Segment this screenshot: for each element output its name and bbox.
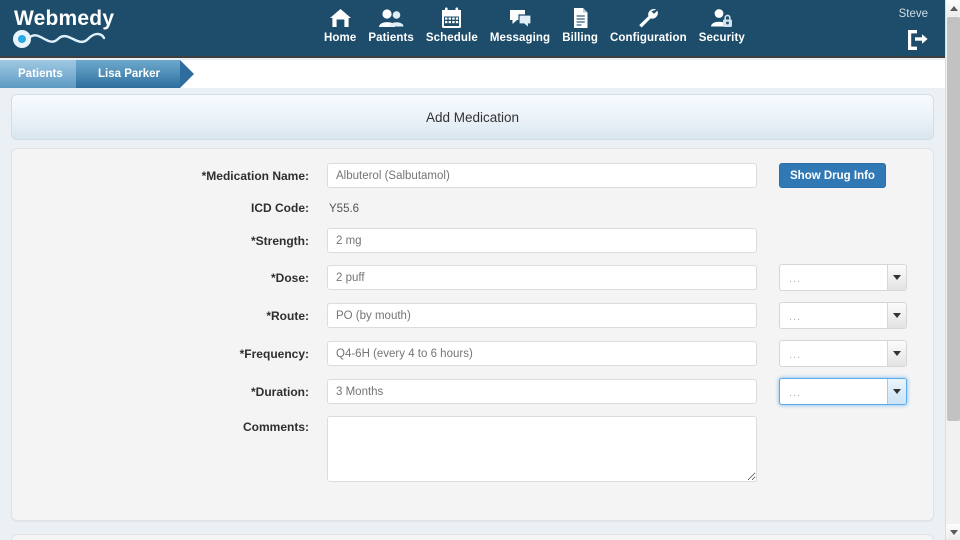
show-drug-info-button[interactable]: Show Drug Info xyxy=(779,163,886,188)
dose-input[interactable] xyxy=(327,265,757,290)
pulse-wave-logo-icon xyxy=(13,30,106,48)
label-strength: *Strength: xyxy=(251,233,309,248)
chevron-down-icon[interactable] xyxy=(887,379,906,404)
chevron-down-icon[interactable] xyxy=(887,265,906,290)
breadcrumb: Patients Lisa Parker xyxy=(0,60,945,88)
route-input[interactable] xyxy=(327,303,757,328)
label-route: *Route: xyxy=(266,308,309,323)
dose-unit-value: ... xyxy=(789,272,802,285)
nav-label-schedule: Schedule xyxy=(425,32,478,44)
route-select-value: ... xyxy=(789,310,802,323)
secondary-panel xyxy=(11,534,934,540)
chevron-down-icon[interactable] xyxy=(887,303,906,328)
wrench-icon xyxy=(636,5,660,30)
form-row-route: *Route: ... xyxy=(12,302,933,329)
messaging-icon xyxy=(508,5,533,30)
form-row-medication-name: *Medication Name: Show Drug Info xyxy=(12,163,933,188)
user-name-label: Steve xyxy=(898,8,928,20)
nav-label-configuration: Configuration xyxy=(610,32,687,44)
breadcrumb-label-lisa-parker: Lisa Parker xyxy=(98,68,161,80)
nav-item-billing[interactable]: Billing xyxy=(556,5,604,44)
label-dose: *Dose: xyxy=(270,270,309,285)
nav-label-home: Home xyxy=(324,32,357,44)
nav-label-messaging: Messaging xyxy=(489,32,551,44)
nav-label-security: Security xyxy=(698,32,745,44)
form-row-icd-code: ICD Code: Y55.6 xyxy=(12,199,933,217)
strength-input[interactable] xyxy=(327,228,757,253)
nav-item-configuration[interactable]: Configuration xyxy=(604,5,693,44)
page-title-panel: Add Medication xyxy=(11,94,934,140)
document-icon xyxy=(571,5,590,30)
frequency-select-value: ... xyxy=(789,348,802,361)
icd-code-value: Y55.6 xyxy=(329,203,360,215)
page-content: Add Medication *Medication Name: Show Dr… xyxy=(0,88,945,540)
label-medication-name: *Medication Name: xyxy=(201,168,309,183)
label-icd-code: ICD Code: xyxy=(251,201,309,215)
nav-label-billing: Billing xyxy=(562,32,599,44)
nav-label-patients: Patients xyxy=(368,32,414,44)
label-comments: Comments: xyxy=(242,420,309,434)
brand-logo[interactable]: Webmedy xyxy=(12,8,132,52)
main-nav: Home Patients Schedule Messaging Billing… xyxy=(318,5,751,44)
form-row-dose: *Dose: ... xyxy=(12,264,933,291)
comments-textarea[interactable] xyxy=(327,416,757,482)
frequency-select[interactable]: ... xyxy=(779,340,907,367)
add-medication-form-panel: *Medication Name: Show Drug Info ICD Cod… xyxy=(11,148,934,521)
app-root: Webmedy Home Patients Schedule Messaging… xyxy=(0,0,960,540)
home-icon xyxy=(328,5,353,30)
label-frequency: *Frequency: xyxy=(239,346,309,361)
calendar-icon xyxy=(440,5,463,30)
page-title: Add Medication xyxy=(425,109,520,125)
frequency-input[interactable] xyxy=(327,341,757,366)
breadcrumb-label-patients: Patients xyxy=(18,68,63,80)
logout-icon[interactable] xyxy=(905,28,929,55)
form-row-comments: Comments: xyxy=(12,416,933,487)
nav-item-home[interactable]: Home xyxy=(318,5,362,44)
nav-item-security[interactable]: Security xyxy=(693,5,751,44)
page-scrollbar[interactable] xyxy=(945,0,960,540)
form-row-frequency: *Frequency: ... xyxy=(12,340,933,367)
duration-select-value: ... xyxy=(789,386,802,399)
patients-icon xyxy=(378,5,405,30)
medication-name-input[interactable] xyxy=(327,163,757,188)
duration-input[interactable] xyxy=(327,379,757,404)
brand-name: Webmedy xyxy=(14,7,115,30)
scroll-down-arrow-icon[interactable] xyxy=(946,524,960,540)
top-navigation-bar: Webmedy Home Patients Schedule Messaging… xyxy=(0,0,945,58)
form-row-duration: *Duration: ... xyxy=(12,378,933,405)
duration-select[interactable]: ... xyxy=(779,378,907,405)
route-select[interactable]: ... xyxy=(779,302,907,329)
scrollbar-thumb[interactable] xyxy=(947,17,960,421)
label-duration: *Duration: xyxy=(251,384,309,399)
dose-unit-select[interactable]: ... xyxy=(779,264,907,291)
breadcrumb-item-lisa-parker[interactable]: Lisa Parker xyxy=(76,60,194,88)
nav-item-schedule[interactable]: Schedule xyxy=(420,5,484,44)
nav-item-patients[interactable]: Patients xyxy=(362,5,420,44)
form-row-strength: *Strength: xyxy=(12,228,933,253)
user-lock-icon xyxy=(709,5,734,30)
nav-item-messaging[interactable]: Messaging xyxy=(484,5,556,44)
chevron-down-icon[interactable] xyxy=(887,341,906,366)
scroll-up-arrow-icon[interactable] xyxy=(946,0,960,16)
